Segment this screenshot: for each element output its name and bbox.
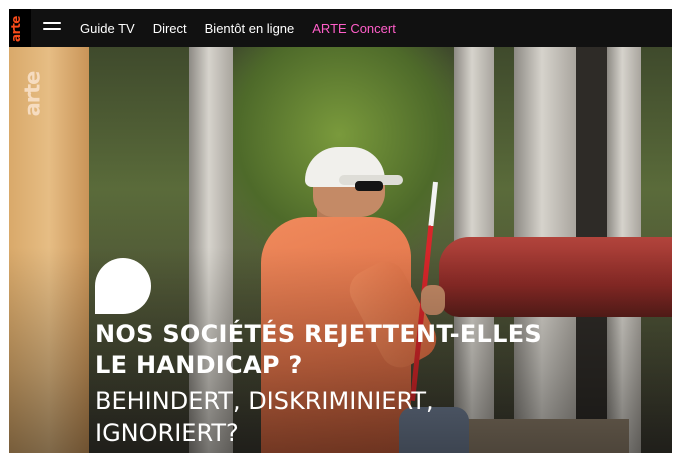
hero-title-french-line2: LE HANDICAP ? xyxy=(95,351,303,379)
hero-title-french-line1: NOS SOCIÉTÉS REJETTENT-ELLES xyxy=(95,320,542,348)
app-frame: arte Guide TV Direct Bientôt en ligne AR… xyxy=(9,9,672,453)
nav-item-guide-tv[interactable]: Guide TV xyxy=(80,21,135,36)
speech-bubble-icon xyxy=(95,258,151,314)
arte-logo-text: arte xyxy=(9,16,23,42)
hero-title-german-line2: IGNORIERT? xyxy=(95,419,239,447)
main-nav: Guide TV Direct Bientôt en ligne ARTE Co… xyxy=(80,9,396,47)
nav-item-direct[interactable]: Direct xyxy=(153,21,187,36)
hero-title-german[interactable]: BEHINDERT, DISKRIMINIERT, IGNORIERT? xyxy=(95,385,635,449)
hero-banner[interactable]: arte NOS SOCIÉTÉS REJETTENT-ELLES LE HAN… xyxy=(9,47,672,453)
person-sunglasses xyxy=(355,181,383,191)
side-arte-logo: arte xyxy=(20,71,45,117)
arte-logo[interactable]: arte xyxy=(9,9,31,47)
nav-item-arte-concert[interactable]: ARTE Concert xyxy=(312,21,396,36)
hamburger-menu-icon[interactable] xyxy=(43,22,61,33)
hero-title-french[interactable]: NOS SOCIÉTÉS REJETTENT-ELLES LE HANDICAP… xyxy=(95,319,635,381)
nav-item-bientot-en-ligne[interactable]: Bientôt en ligne xyxy=(205,21,295,36)
top-navigation-bar: arte Guide TV Direct Bientôt en ligne AR… xyxy=(9,9,672,47)
hero-title-german-line1: BEHINDERT, DISKRIMINIERT, xyxy=(95,387,434,415)
